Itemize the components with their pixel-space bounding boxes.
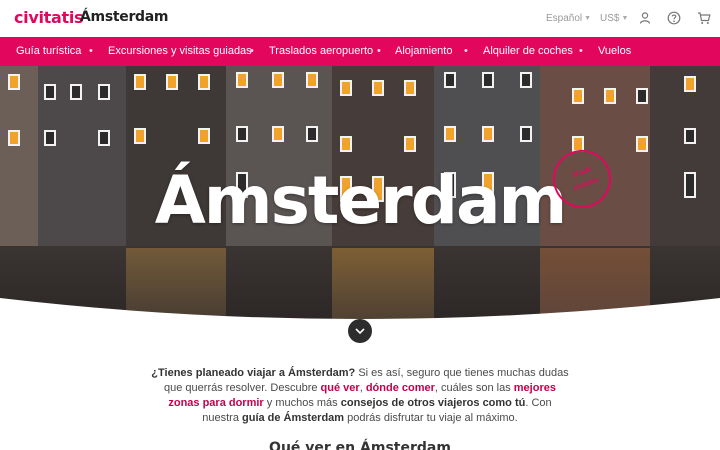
- hero-title: Ámsterdam: [154, 162, 568, 239]
- window: [636, 136, 648, 152]
- window: [70, 84, 82, 100]
- window: [134, 74, 146, 90]
- window: [98, 130, 110, 146]
- window: [340, 80, 352, 96]
- window: [404, 80, 416, 96]
- window: [340, 136, 352, 152]
- nav-separator: •: [89, 45, 93, 57]
- scroll-down-button[interactable]: [348, 319, 372, 343]
- window: [684, 128, 696, 144]
- window: [604, 88, 616, 104]
- intro-text: podrás disfrutar tu viaje al máximo.: [344, 412, 518, 424]
- intro-bold-consejos: consejos de otros viajeros como tú: [340, 397, 526, 409]
- currency-label: US$: [600, 13, 620, 24]
- window: [134, 128, 146, 144]
- nav-item-guia[interactable]: Guía turística: [16, 45, 81, 57]
- window: [306, 72, 318, 88]
- top-header: civitatis Ámsterdam Español ▼ US$ ▼: [0, 0, 720, 37]
- chevron-down-icon: ▼: [621, 15, 629, 22]
- window: [236, 72, 248, 88]
- page-city-title: Ámsterdam: [80, 9, 169, 25]
- window: [444, 126, 456, 142]
- nav-item-alojamiento[interactable]: Alojamiento: [395, 45, 452, 57]
- section-heading: Qué ver en Ámsterdam: [269, 440, 451, 450]
- nav-item-vuelos[interactable]: Vuelos: [598, 45, 631, 57]
- window: [8, 130, 20, 146]
- intro-bold-guia: guía de Ámsterdam: [242, 412, 345, 424]
- window: [8, 74, 20, 90]
- nav-item-coches[interactable]: Alquiler de coches: [483, 45, 573, 57]
- window: [372, 80, 384, 96]
- help-icon[interactable]: [667, 11, 681, 25]
- nav-separator: •: [250, 45, 254, 57]
- window: [198, 128, 210, 144]
- cart-icon[interactable]: [697, 11, 711, 25]
- window: [166, 74, 178, 90]
- window: [44, 130, 56, 146]
- window: [236, 126, 248, 142]
- chevron-down-icon: ▼: [584, 15, 592, 22]
- window: [44, 84, 56, 100]
- window: [198, 74, 210, 90]
- user-icon[interactable]: [638, 11, 652, 25]
- window: [636, 88, 648, 104]
- intro-text: y muchos más: [263, 397, 341, 409]
- window: [482, 126, 494, 142]
- nav-separator: •: [579, 45, 583, 57]
- window: [98, 84, 110, 100]
- language-selector[interactable]: Español ▼: [546, 13, 591, 24]
- window: [520, 126, 532, 142]
- window: [272, 72, 284, 88]
- nav-separator: •: [464, 45, 468, 57]
- intro-text: , cuáles son las: [434, 382, 514, 394]
- chevron-down-icon: [355, 327, 365, 334]
- currency-selector[interactable]: US$ ▼: [600, 13, 628, 24]
- window: [444, 72, 456, 88]
- intro-question: ¿Tienes planeado viajar a Ámsterdam?: [151, 367, 356, 379]
- civitatis-logo[interactable]: civitatis: [14, 8, 84, 27]
- main-nav: Guía turística • Excursiones y visitas g…: [0, 37, 720, 66]
- window: [520, 72, 532, 88]
- language-label: Español: [546, 13, 583, 24]
- nav-separator: •: [377, 45, 381, 57]
- intro-paragraph: ¿Tienes planeado viajar a Ámsterdam? Si …: [150, 366, 570, 426]
- window: [272, 126, 284, 142]
- link-que-ver[interactable]: qué ver: [321, 382, 360, 394]
- link-donde-comer[interactable]: dónde comer: [366, 382, 435, 394]
- window: [572, 88, 584, 104]
- window: [684, 76, 696, 92]
- window: [482, 72, 494, 88]
- window: [306, 126, 318, 142]
- nav-item-traslados[interactable]: Traslados aeropuerto: [269, 45, 373, 57]
- nav-item-excursiones[interactable]: Excursiones y visitas guiadas: [108, 45, 252, 57]
- window: [404, 136, 416, 152]
